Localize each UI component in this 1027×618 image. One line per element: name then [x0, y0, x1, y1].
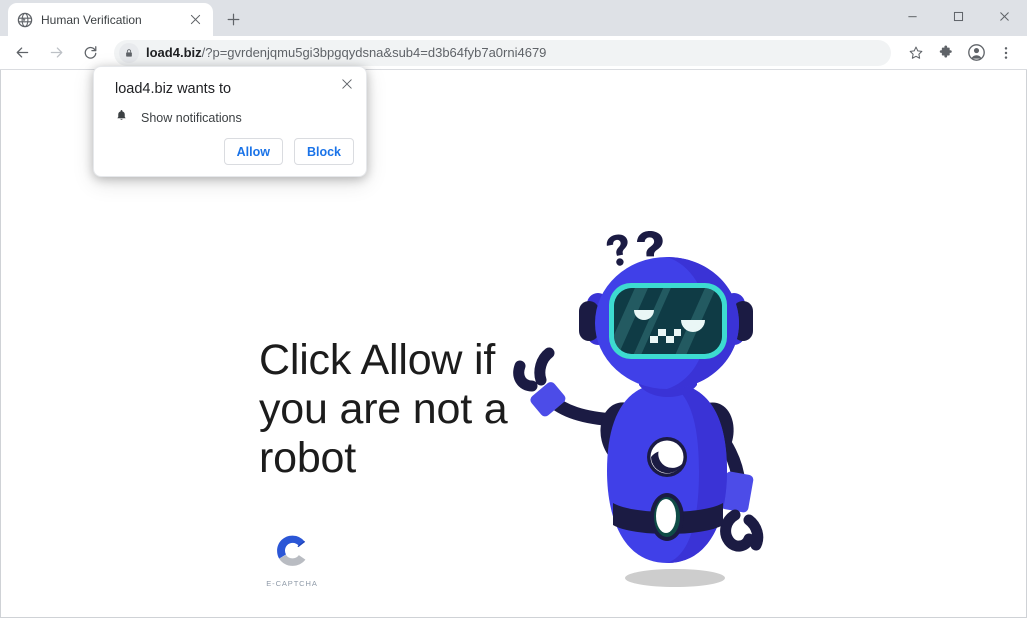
browser-tab[interactable]: Human Verification — [8, 3, 213, 36]
confused-robot-icon — [513, 225, 813, 605]
puzzle-icon[interactable] — [933, 40, 959, 66]
url-path: /?p=gvrdenjqmu5gi3bpgqydsna&sub4=d3b64fy… — [201, 45, 547, 60]
account-avatar-icon[interactable] — [963, 40, 989, 66]
block-button[interactable]: Block — [293, 138, 354, 165]
reload-icon[interactable] — [76, 39, 104, 67]
window-controls — [889, 0, 1027, 32]
tab-strip: Human Verification — [0, 0, 247, 36]
page-headline: Click Allow if you are not a robot — [259, 336, 508, 482]
three-dot-menu-icon[interactable] — [993, 40, 1019, 66]
minimize-icon[interactable] — [889, 0, 935, 32]
new-tab-button[interactable] — [219, 5, 247, 33]
address-bar[interactable]: load4.biz/?p=gvrdenjqmu5gi3bpgqydsna&sub… — [114, 39, 891, 66]
captcha-brand: E-CAPTCHA — [259, 529, 325, 588]
lock-icon[interactable] — [119, 42, 139, 63]
url-domain: load4.biz — [146, 45, 202, 60]
browser-toolbar: load4.biz/?p=gvrdenjqmu5gi3bpgqydsna&sub… — [0, 36, 1027, 70]
permission-request-row: Show notifications — [115, 109, 242, 127]
arrow-right-icon — [42, 39, 70, 67]
permission-dialog-title: load4.biz wants to — [115, 81, 232, 97]
tab-close-icon[interactable] — [186, 11, 204, 29]
notification-permission-dialog: load4.biz wants to Show notifications Al… — [93, 66, 367, 177]
permission-request-label: Show notifications — [141, 111, 242, 125]
permission-dialog-actions: Allow Block — [223, 138, 354, 165]
bell-icon — [115, 109, 128, 127]
browser-window: Human Verification load4.biz/?p=gvrdenjq… — [0, 0, 1027, 618]
arrow-left-icon[interactable] — [8, 39, 36, 67]
globe-icon — [17, 12, 33, 28]
maximize-icon[interactable] — [935, 0, 981, 32]
star-icon[interactable] — [903, 40, 929, 66]
title-bar: Human Verification — [0, 0, 1027, 36]
tab-title: Human Verification — [41, 12, 142, 27]
close-icon[interactable] — [981, 0, 1027, 32]
captcha-brand-label: E-CAPTCHA — [266, 579, 318, 588]
close-icon[interactable] — [336, 73, 358, 95]
c-logo-icon — [271, 529, 314, 577]
url-text: load4.biz/?p=gvrdenjqmu5gi3bpgqydsna&sub… — [146, 45, 546, 60]
allow-button[interactable]: Allow — [223, 138, 283, 165]
